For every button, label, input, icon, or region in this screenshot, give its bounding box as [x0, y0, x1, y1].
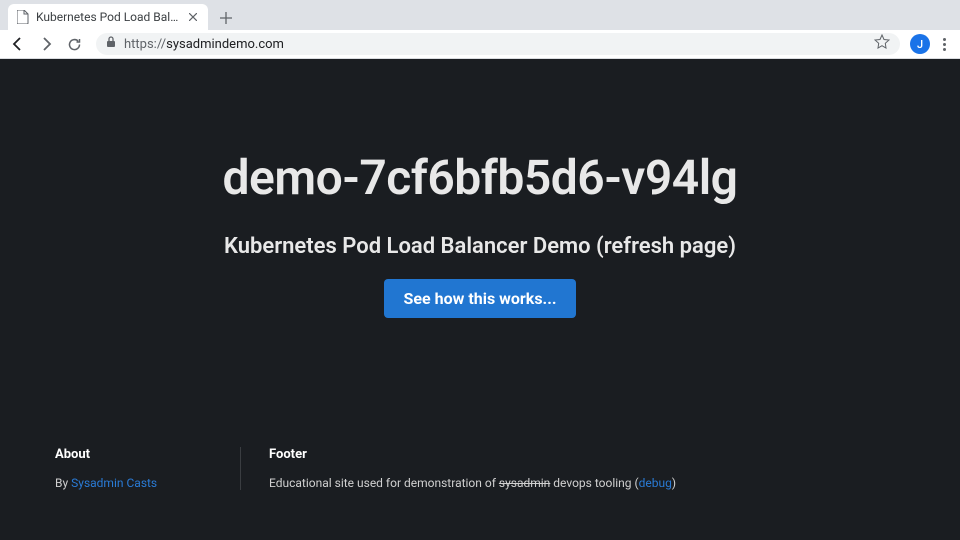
footer-footer: Footer Educational site used for demonst… [240, 447, 716, 490]
sysadmin-casts-link[interactable]: Sysadmin Casts [71, 476, 157, 490]
page-content: demo-7cf6bfb5d6-v94lg Kubernetes Pod Loa… [0, 59, 960, 540]
star-icon[interactable] [874, 34, 890, 54]
page-subtitle: Kubernetes Pod Load Balancer Demo (refre… [224, 234, 736, 259]
about-text: By Sysadmin Casts [55, 476, 200, 490]
debug-link[interactable]: debug [639, 476, 672, 490]
browser-toolbar: https://sysadmindemo.com J [0, 30, 960, 59]
browser-chrome: Kubernetes Pod Load Balancer https://sys… [0, 0, 960, 59]
close-icon[interactable] [186, 10, 200, 24]
footer: About By Sysadmin Casts Footer Education… [0, 447, 960, 540]
back-button[interactable] [6, 32, 30, 56]
see-how-button[interactable]: See how this works... [384, 279, 577, 318]
new-tab-button[interactable] [214, 6, 238, 30]
forward-button[interactable] [34, 32, 58, 56]
profile-avatar[interactable]: J [910, 34, 930, 54]
footer-about: About By Sysadmin Casts [55, 447, 240, 490]
reload-button[interactable] [62, 32, 86, 56]
url-text: https://sysadmindemo.com [124, 37, 284, 52]
browser-tab[interactable]: Kubernetes Pod Load Balancer [8, 4, 208, 30]
menu-button[interactable] [934, 38, 954, 51]
tab-title: Kubernetes Pod Load Balancer [36, 10, 180, 24]
address-bar[interactable]: https://sysadmindemo.com [96, 33, 900, 55]
about-heading: About [55, 447, 200, 462]
footer-text: Educational site used for demonstration … [269, 476, 676, 490]
hero: demo-7cf6bfb5d6-v94lg Kubernetes Pod Loa… [0, 59, 960, 447]
page-icon [16, 10, 30, 24]
page-title: demo-7cf6bfb5d6-v94lg [223, 149, 738, 206]
lock-icon [106, 36, 116, 52]
footer-heading: Footer [269, 447, 676, 462]
tab-strip: Kubernetes Pod Load Balancer [0, 0, 960, 30]
